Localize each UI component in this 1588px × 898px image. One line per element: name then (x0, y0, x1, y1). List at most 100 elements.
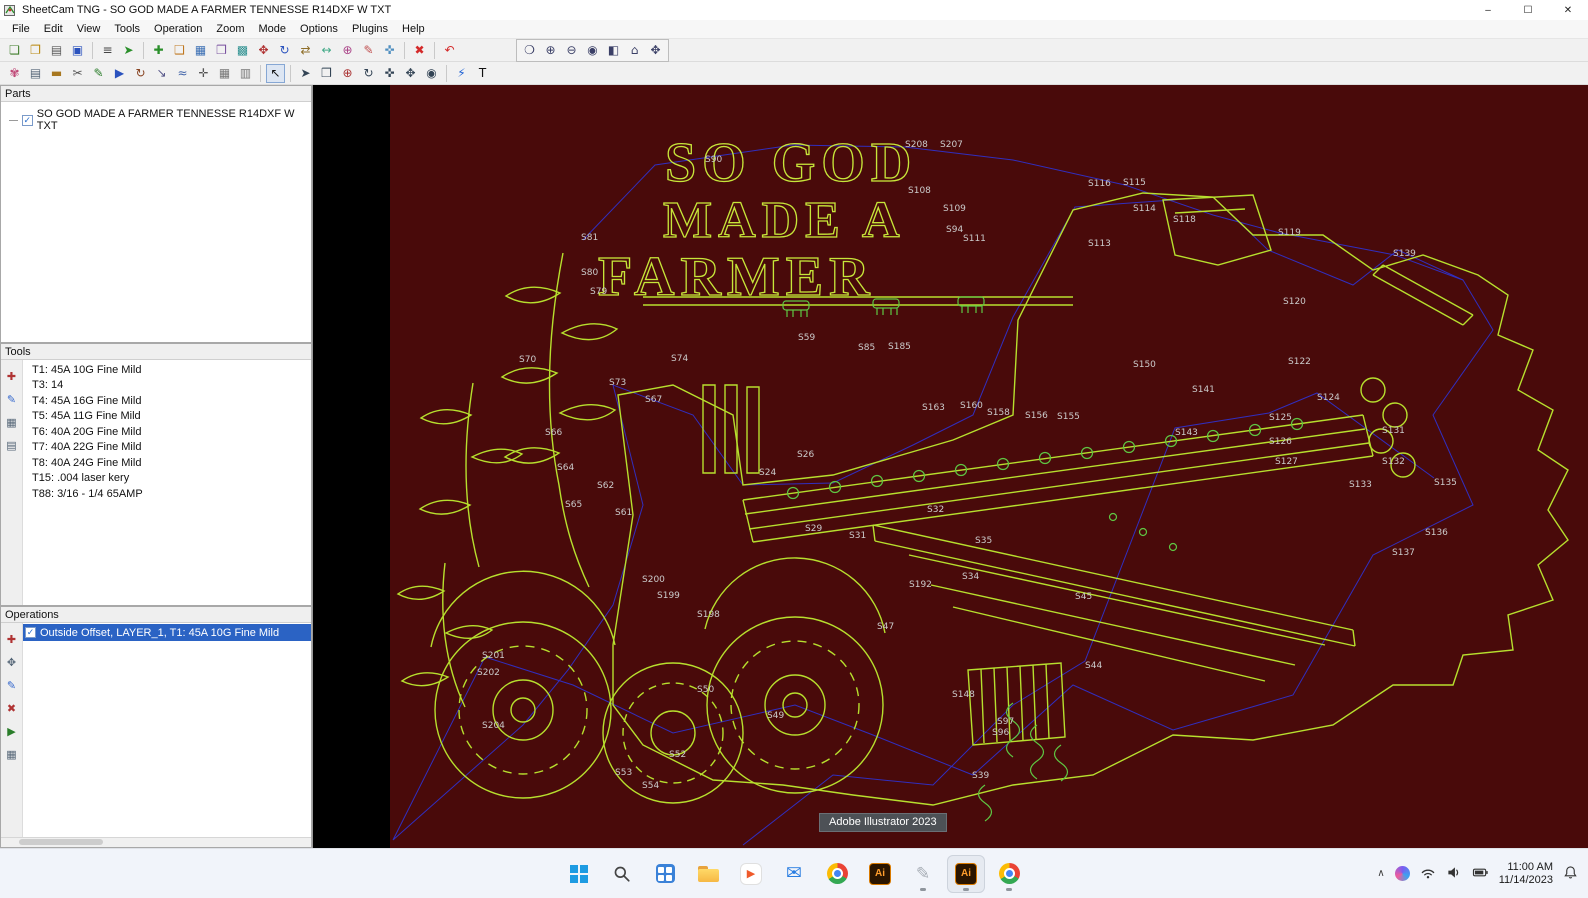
path-edit-icon[interactable]: ✂ (68, 64, 87, 83)
chrome-2-icon[interactable] (990, 855, 1028, 893)
tool-list-item[interactable]: T7: 40A 22G Fine Mild (23, 440, 311, 456)
open-job-icon[interactable]: ❐ (26, 41, 45, 60)
measure-tool-icon[interactable]: ✜ (380, 64, 399, 83)
show-sheet-icon[interactable]: ▬ (47, 64, 66, 83)
rotate-part-icon[interactable]: ↻ (275, 41, 294, 60)
menu-options[interactable]: Options (293, 22, 345, 36)
delete-operation-icon[interactable]: ✖ (4, 700, 20, 716)
mail-icon[interactable]: ✉ (775, 855, 813, 893)
path-direction-icon[interactable]: ↻ (131, 64, 150, 83)
hscrollbar-thumb[interactable] (19, 839, 103, 845)
media-player-icon[interactable]: ▶ (732, 855, 770, 893)
notification-bell-icon[interactable] (1563, 865, 1578, 883)
tray-app-icon[interactable] (1394, 866, 1410, 881)
operation-checkbox[interactable]: ✓ (25, 627, 36, 638)
save-job-icon[interactable]: ▣ (68, 41, 87, 60)
menu-view[interactable]: View (70, 22, 108, 36)
tool-list-item[interactable]: T3: 14 (23, 378, 311, 394)
zoom-out-icon[interactable]: ⊖ (562, 41, 581, 60)
part-origin-icon[interactable]: ⊕ (338, 41, 357, 60)
new-tool-icon[interactable]: ✚ (4, 368, 20, 384)
simulate-icon[interactable]: ⚡ (452, 64, 471, 83)
clock[interactable]: 11:00 AM 11/14/2023 (1499, 861, 1553, 887)
battery-icon[interactable] (1472, 865, 1489, 883)
marker-app-icon[interactable]: ✎ (904, 855, 942, 893)
array-part-icon[interactable]: ▩ (233, 41, 252, 60)
edit-contour-icon[interactable]: ✎ (359, 41, 378, 60)
mirror-part-icon[interactable]: ⇄ (296, 41, 315, 60)
widgets-icon[interactable] (646, 855, 684, 893)
menu-operation[interactable]: Operation (147, 22, 209, 36)
scale-part-icon[interactable]: ↔ (317, 41, 336, 60)
tool-list-item[interactable]: T15: .004 laser kery (23, 471, 311, 487)
duplicate-part-icon[interactable]: ❒ (212, 41, 231, 60)
tool-list-item[interactable]: T4: 45A 16G Fine Mild (23, 393, 311, 409)
tool-database-icon[interactable]: ▤ (4, 437, 20, 453)
tool-list-item[interactable]: T88: 3/16 - 1/4 65AMP (23, 486, 311, 502)
wifi-icon[interactable] (1420, 865, 1436, 883)
zoom-window-icon[interactable]: ❍ (520, 41, 539, 60)
paste-part-icon[interactable]: ▦ (191, 41, 210, 60)
menu-plugins[interactable]: Plugins (345, 22, 395, 36)
tool-list-item[interactable]: T1: 45A 10G Fine Mild (23, 362, 311, 378)
start-points-icon[interactable]: ▶ (110, 64, 129, 83)
menu-mode[interactable]: Mode (251, 22, 293, 36)
search-icon[interactable] (603, 855, 641, 893)
new-operation-icon[interactable]: ✚ (4, 631, 20, 647)
set-origin-icon[interactable]: ⊕ (338, 64, 357, 83)
part-tree-item[interactable]: ✓ SO GOD MADE A FARMER TENNESSE R14DXF W… (1, 106, 311, 132)
hidden-icons-chevron-icon[interactable]: ∧ (1377, 868, 1384, 879)
select-mode-icon[interactable]: ↖ (266, 63, 285, 83)
canvas-viewport[interactable]: SO GOD MADE A FARMER S208 S207 S90 S116 … (313, 85, 1588, 848)
text-tool-icon[interactable]: T (473, 64, 492, 83)
new-job-icon[interactable]: ❏ (5, 41, 24, 60)
zoom-machine-icon[interactable]: ⌂ (625, 41, 644, 60)
operation-list-item[interactable]: ✓ Outside Offset, LAYER_1, T1: 45A 10G F… (23, 624, 311, 641)
start-icon[interactable] (560, 855, 598, 893)
rotate-view-icon[interactable]: ↻ (359, 64, 378, 83)
move-operation-icon[interactable]: ✥ (4, 654, 20, 670)
zoom-part-icon[interactable]: ◧ (604, 41, 623, 60)
job-report-icon[interactable]: ▤ (26, 64, 45, 83)
copy-part-icon[interactable]: ❑ (170, 41, 189, 60)
node-edit-icon[interactable]: ✎ (89, 64, 108, 83)
job-options-icon[interactable]: ≡ (98, 41, 117, 60)
snap-options-icon[interactable]: ✛ (194, 64, 213, 83)
show-rulers-icon[interactable]: ▥ (236, 64, 255, 83)
menu-zoom[interactable]: Zoom (209, 22, 251, 36)
simulate-operation-icon[interactable]: ▶ (4, 723, 20, 739)
show-grid-icon[interactable]: ▦ (215, 64, 234, 83)
select-contour-icon[interactable]: ➤ (296, 64, 315, 83)
maximize-button[interactable]: ☐ (1508, 0, 1548, 20)
edit-tool-icon[interactable]: ✎ (4, 391, 20, 407)
file-explorer-icon[interactable] (689, 855, 727, 893)
zoom-extents-icon[interactable]: ◉ (583, 41, 602, 60)
select-region-icon[interactable]: ❒ (317, 64, 336, 83)
print-icon[interactable]: ▤ (47, 41, 66, 60)
menu-help[interactable]: Help (395, 22, 432, 36)
offset-path-icon[interactable]: ≈ (173, 64, 192, 83)
part-wizard-icon[interactable]: ✾ (5, 64, 24, 83)
operations-table-icon[interactable]: ▦ (4, 746, 20, 762)
lead-in-out-icon[interactable]: ↘ (152, 64, 171, 83)
chrome-icon[interactable] (818, 855, 856, 893)
menu-edit[interactable]: Edit (37, 22, 70, 36)
undo-icon[interactable]: ↶ (440, 41, 459, 60)
menu-file[interactable]: File (5, 22, 37, 36)
tool-table-icon[interactable]: ▦ (4, 414, 20, 430)
tool-list-item[interactable]: T6: 40A 20G Fine Mild (23, 424, 311, 440)
part-checkbox[interactable]: ✓ (21, 114, 33, 126)
volume-icon[interactable] (1446, 865, 1462, 883)
tool-list-item[interactable]: T5: 45A 11G Fine Mild (23, 409, 311, 425)
illustrator-2-icon[interactable]: Ai (947, 854, 985, 893)
import-part-icon[interactable]: ✚ (149, 41, 168, 60)
point-info-icon[interactable]: ◉ (422, 64, 441, 83)
delete-part-icon[interactable]: ✖ (410, 41, 429, 60)
minimize-button[interactable]: – (1468, 0, 1508, 20)
pan-tool-icon[interactable]: ✥ (401, 64, 420, 83)
close-button[interactable]: ✕ (1548, 0, 1588, 20)
zoom-in-icon[interactable]: ⊕ (541, 41, 560, 60)
run-post-processor-icon[interactable]: ➤ (119, 41, 138, 60)
menu-tools[interactable]: Tools (107, 22, 147, 36)
move-part-icon[interactable]: ✥ (254, 41, 273, 60)
